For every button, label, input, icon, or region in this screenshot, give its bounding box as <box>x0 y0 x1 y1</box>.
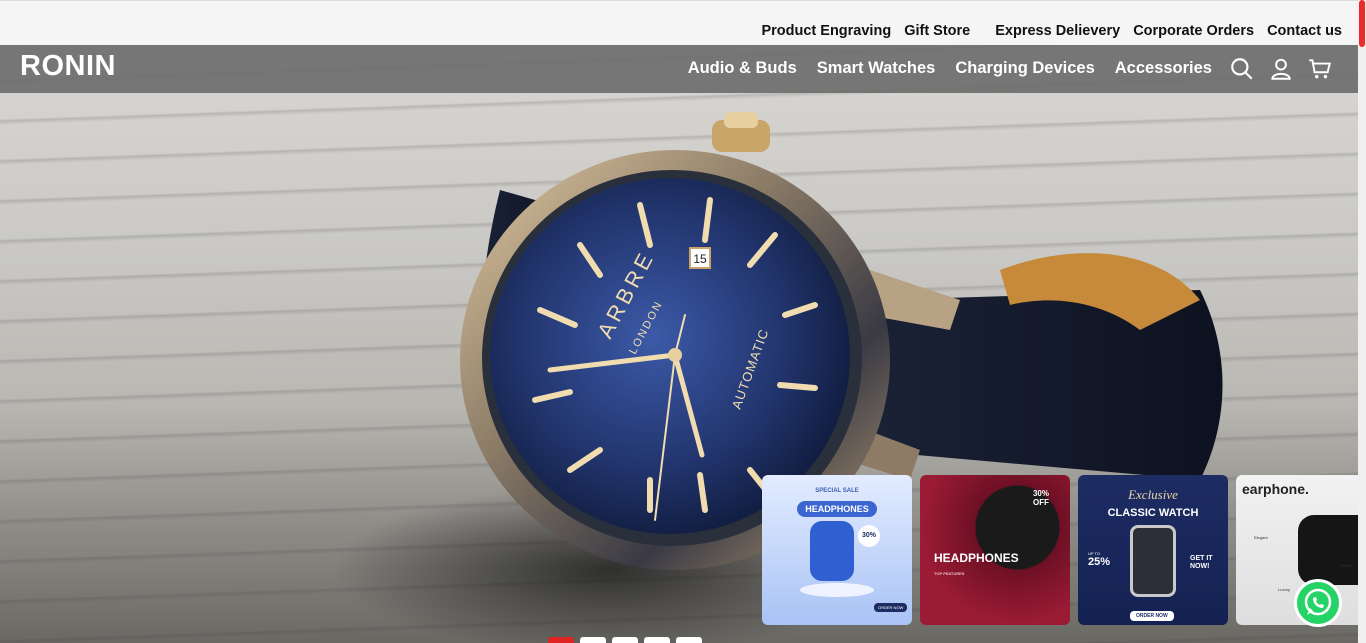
whatsapp-icon[interactable] <box>1294 579 1342 627</box>
slider-dots <box>548 637 702 643</box>
link-express-delivery[interactable]: Express Delievery <box>995 23 1120 39</box>
utility-links: Product Engraving Gift Store Express Del… <box>748 23 1342 39</box>
card-label-3: Luxury <box>1278 587 1291 592</box>
slider-dot-3[interactable] <box>612 637 638 643</box>
link-corporate-orders[interactable]: Corporate Orders <box>1133 23 1254 39</box>
nav-item-smart-watches[interactable]: Smart Watches <box>817 59 936 78</box>
card-kicker: SPECIAL SALE <box>815 488 859 494</box>
promo-card-classic-watch[interactable]: Exclusive CLASSIC WATCH UP TO 25% GET IT… <box>1078 475 1228 625</box>
slider-dot-5[interactable] <box>676 637 702 643</box>
scrollbar[interactable] <box>1358 0 1366 643</box>
card-title: HEADPHONES <box>797 501 877 517</box>
earbuds-image <box>810 521 854 581</box>
cart-icon[interactable] <box>1307 56 1333 82</box>
promo-card-headphones-offer[interactable]: 30% OFF HEADPHONES TOP FEATURES <box>920 475 1070 625</box>
card-kicker: Exclusive <box>1128 487 1178 502</box>
card-label-2: Simple <box>1340 563 1353 568</box>
slider-dot-2[interactable] <box>580 637 606 643</box>
card-label-1: Elegant <box>1254 535 1268 540</box>
promo-card-headphones-sale[interactable]: SPECIAL SALE HEADPHONES 30% ORDER NOW <box>762 475 912 625</box>
card-badge: 25% <box>1088 556 1111 568</box>
card-title: HEADPHONES <box>934 551 1019 565</box>
card-cta: ORDER NOW <box>874 603 908 612</box>
card-title-wrap: HEADPHONES <box>762 499 912 517</box>
whatsapp-glyph <box>1304 588 1332 616</box>
slider-dot-1[interactable] <box>548 637 574 643</box>
user-icon[interactable] <box>1268 56 1294 82</box>
pedestal <box>800 583 874 597</box>
nav-item-accessories[interactable]: Accessories <box>1115 59 1212 78</box>
nav-menu: Audio & Buds Smart Watches Charging Devi… <box>668 59 1212 78</box>
utility-bar: Product Engraving Gift Store Express Del… <box>0 0 1358 45</box>
search-icon[interactable] <box>1229 56 1255 82</box>
dial-date: 15 <box>693 252 707 266</box>
main-nav: RONIN Audio & Buds Smart Watches Chargin… <box>0 45 1358 93</box>
watch-image <box>1130 525 1176 597</box>
scrollbar-thumb[interactable] <box>1359 0 1365 47</box>
card-title: CLASSIC WATCH <box>1107 507 1199 519</box>
nav-item-charging-devices[interactable]: Charging Devices <box>955 59 1094 78</box>
link-contact-us[interactable]: Contact us <box>1267 23 1342 39</box>
card-title: earphone. <box>1242 481 1309 497</box>
nav-item-audio-buds[interactable]: Audio & Buds <box>688 59 797 78</box>
card-badge: 30% OFF <box>1032 489 1049 507</box>
card-cta: ORDER NOW <box>1130 611 1174 621</box>
brand-logo[interactable]: RONIN <box>20 50 116 83</box>
page: Product Engraving Gift Store Express Del… <box>0 0 1366 643</box>
slider-dot-4[interactable] <box>644 637 670 643</box>
card-badge: 30% <box>858 525 880 547</box>
card-side: GET IT NOW! <box>1190 555 1213 570</box>
earbuds-case-image <box>1298 515 1366 585</box>
link-gift-store[interactable]: Gift Store <box>904 23 970 39</box>
link-product-engraving[interactable]: Product Engraving <box>761 23 891 39</box>
card-sub: TOP FEATURES <box>934 571 965 576</box>
promo-card-strip: SPECIAL SALE HEADPHONES 30% ORDER NOW 30… <box>762 475 1366 625</box>
